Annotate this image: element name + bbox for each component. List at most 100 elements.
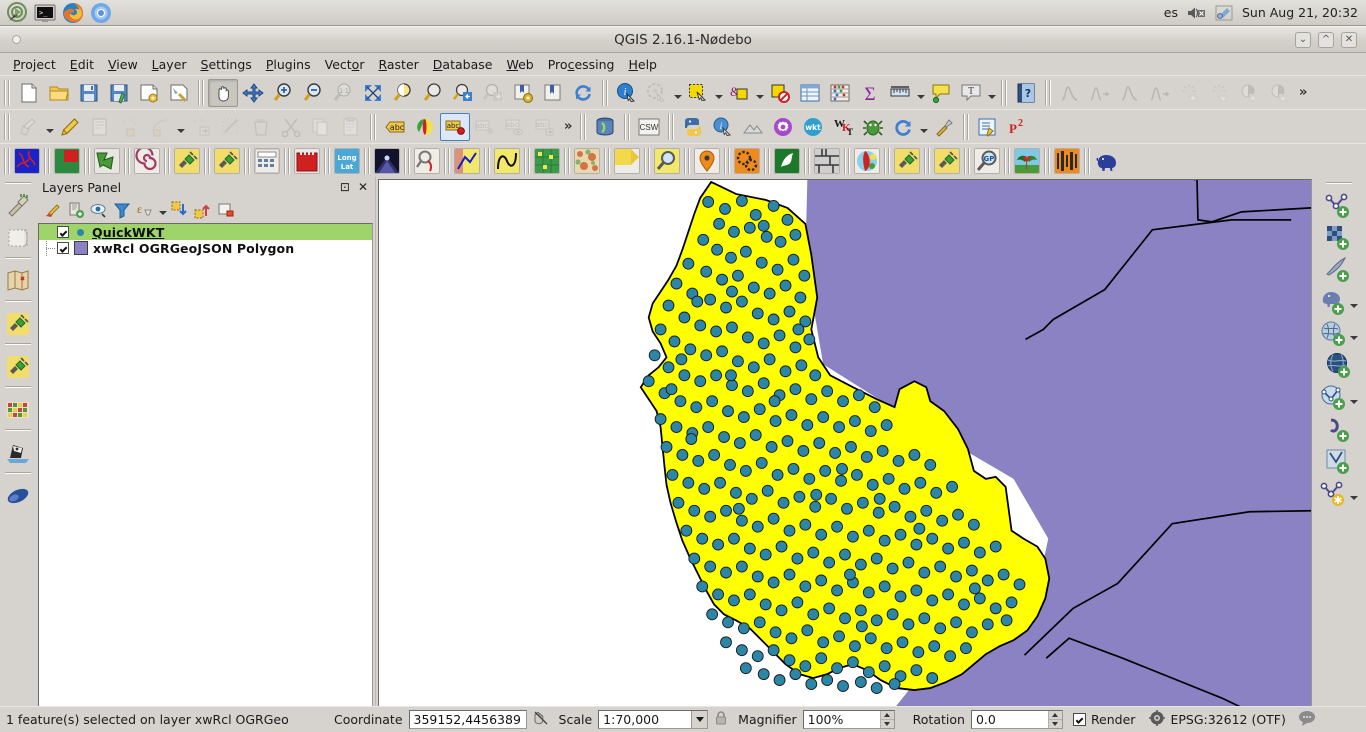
pan-map-button[interactable] — [208, 78, 238, 107]
undock-panel-button[interactable]: ⊡ — [340, 181, 350, 193]
toolbar-grip[interactable] — [3, 113, 11, 140]
map-pin-button[interactable] — [694, 147, 720, 174]
wms-dropdown-arrow[interactable] — [1349, 320, 1360, 348]
layer-row[interactable]: QuickWKT — [39, 224, 372, 240]
menu-view[interactable]: View — [101, 55, 145, 74]
left-plug-2-button[interactable] — [3, 352, 33, 382]
mosaic-button[interactable] — [814, 147, 840, 174]
toolbar-grip[interactable] — [5, 385, 31, 392]
collapse-all-button[interactable] — [192, 199, 214, 221]
menu-settings[interactable]: Settings — [194, 55, 259, 74]
processing-toolbox-button[interactable] — [973, 113, 1003, 141]
zoom-next-button[interactable] — [478, 79, 508, 107]
gp-search-button[interactable]: GP — [974, 147, 1000, 174]
layer-labeling-button[interactable]: abc — [380, 113, 410, 141]
menu-layer[interactable]: Layer — [145, 55, 194, 74]
plugin-manager-button[interactable] — [858, 113, 888, 141]
curve-button[interactable] — [494, 147, 520, 174]
chevron-down-icon[interactable] — [691, 711, 708, 728]
show-hide-labels-button[interactable]: abc — [500, 113, 530, 141]
toolbar-grip[interactable] — [603, 147, 611, 174]
toggle-extents-icon[interactable] — [527, 710, 555, 729]
scroll-button[interactable] — [3, 223, 33, 253]
add-postgis-layer-button[interactable] — [1319, 287, 1349, 317]
map-canvas[interactable] — [378, 179, 1312, 709]
run-feature-action-button[interactable] — [642, 79, 672, 107]
toolbar-grip[interactable] — [483, 147, 491, 174]
toolbar-grip[interactable] — [443, 147, 451, 174]
refresh-button[interactable] — [568, 79, 598, 107]
refresh-plugin-button[interactable] — [888, 113, 918, 141]
wfs-dropdown-arrow[interactable] — [1349, 384, 1360, 412]
new-print-composer-button[interactable] — [134, 79, 164, 107]
wkt-text-button[interactable]: WKT — [828, 113, 858, 141]
new-bookmark-button[interactable] — [508, 79, 538, 107]
memory-layer-dropdown-arrow[interactable] — [1349, 480, 1360, 508]
map-tips-button[interactable] — [926, 79, 956, 107]
toolbar-grip[interactable] — [883, 147, 891, 174]
save-project-button[interactable] — [74, 79, 104, 107]
lonlat-button[interactable]: Long Lat — [334, 147, 360, 174]
toolbar-grip[interactable] — [5, 471, 31, 478]
toolbar-grip[interactable] — [923, 147, 931, 174]
select-features-button[interactable] — [683, 79, 713, 107]
move-feature-button[interactable] — [186, 113, 216, 141]
toolbar-grip[interactable] — [5, 181, 31, 188]
firefox-launcher-icon[interactable] — [62, 2, 84, 24]
add-spatialite-layer-button[interactable] — [1324, 255, 1354, 285]
new-project-button[interactable] — [14, 79, 44, 107]
qgis-launcher-icon[interactable] — [6, 1, 28, 24]
toolbar-grip[interactable] — [83, 147, 91, 174]
toolbar-grip[interactable] — [601, 79, 609, 106]
save-layer-edits-button[interactable] — [85, 113, 115, 141]
open-layer-styling-button[interactable] — [42, 199, 64, 221]
node-tool-button[interactable] — [216, 113, 246, 141]
increase-brightness-button[interactable] — [1175, 79, 1205, 107]
text-annotation-button[interactable]: T — [956, 79, 986, 107]
annotation-dropdown-arrow[interactable] — [986, 79, 997, 107]
lock-scale-icon[interactable] — [708, 710, 734, 729]
toolbar-grip[interactable] — [579, 113, 588, 140]
green-bird-button[interactable] — [774, 147, 800, 174]
eye-visibility-button[interactable] — [88, 199, 110, 221]
statistics-button[interactable]: Σ — [855, 79, 885, 107]
toolbar-grip[interactable] — [3, 147, 11, 174]
current-edits-button[interactable] — [14, 113, 44, 141]
open-attribute-table-button[interactable] — [795, 79, 825, 107]
crs-label[interactable]: EPSG:32612 (OTF) — [1170, 712, 1285, 727]
blue-mouse-button[interactable] — [3, 481, 33, 511]
select-features-dropdown-arrow[interactable] — [713, 79, 724, 107]
pan-to-selection-button[interactable] — [238, 79, 268, 107]
coordinate-input[interactable]: 359152,4456389 — [408, 710, 527, 729]
open-project-button[interactable] — [44, 79, 74, 107]
quickwkt-button[interactable]: wkt — [798, 113, 828, 141]
plugin-plug-1-button[interactable] — [174, 147, 200, 174]
toolbar-grip[interactable] — [1043, 147, 1051, 174]
terminal-launcher-icon[interactable]: >_ — [34, 2, 56, 24]
toolbar-grip[interactable] — [563, 147, 571, 174]
circular-string-dropdown-arrow[interactable] — [175, 113, 186, 141]
chromium-launcher-icon[interactable] — [90, 2, 112, 24]
toolbar-grip[interactable] — [963, 147, 971, 174]
plugin-plug-2-button[interactable] — [214, 147, 240, 174]
qgis2web-button[interactable] — [454, 147, 480, 174]
epsilon-filter-button[interactable]: ε — [134, 199, 156, 221]
decrease-brightness-button[interactable] — [1205, 79, 1235, 107]
toolbar-grip[interactable] — [1044, 79, 1052, 106]
copy-features-button[interactable] — [306, 113, 336, 141]
help-contents-button[interactable]: ? — [1011, 79, 1041, 107]
menu-vector[interactable]: Vector — [318, 55, 372, 74]
screwdriver-icon[interactable] — [1214, 4, 1234, 22]
zoom-native-button[interactable]: 1:1 — [328, 79, 358, 107]
deselect-features-button[interactable] — [765, 79, 795, 107]
histogram-stretch-button[interactable] — [1055, 79, 1085, 107]
toolbar-grip[interactable] — [1000, 79, 1008, 106]
filter-dropdown-arrow[interactable] — [157, 199, 168, 221]
select-expression-dropdown-arrow[interactable] — [754, 79, 765, 107]
zoom-in-button[interactable] — [268, 79, 298, 107]
add-wcs-layer-button[interactable] — [1324, 351, 1354, 381]
layer-row[interactable]: xwRcl OGRGeoJSON Polygon — [39, 240, 372, 256]
pin-labels-button[interactable]: abc — [440, 112, 470, 141]
feature-action-dropdown-arrow[interactable] — [672, 79, 683, 107]
menu-help[interactable]: Help — [621, 55, 664, 74]
